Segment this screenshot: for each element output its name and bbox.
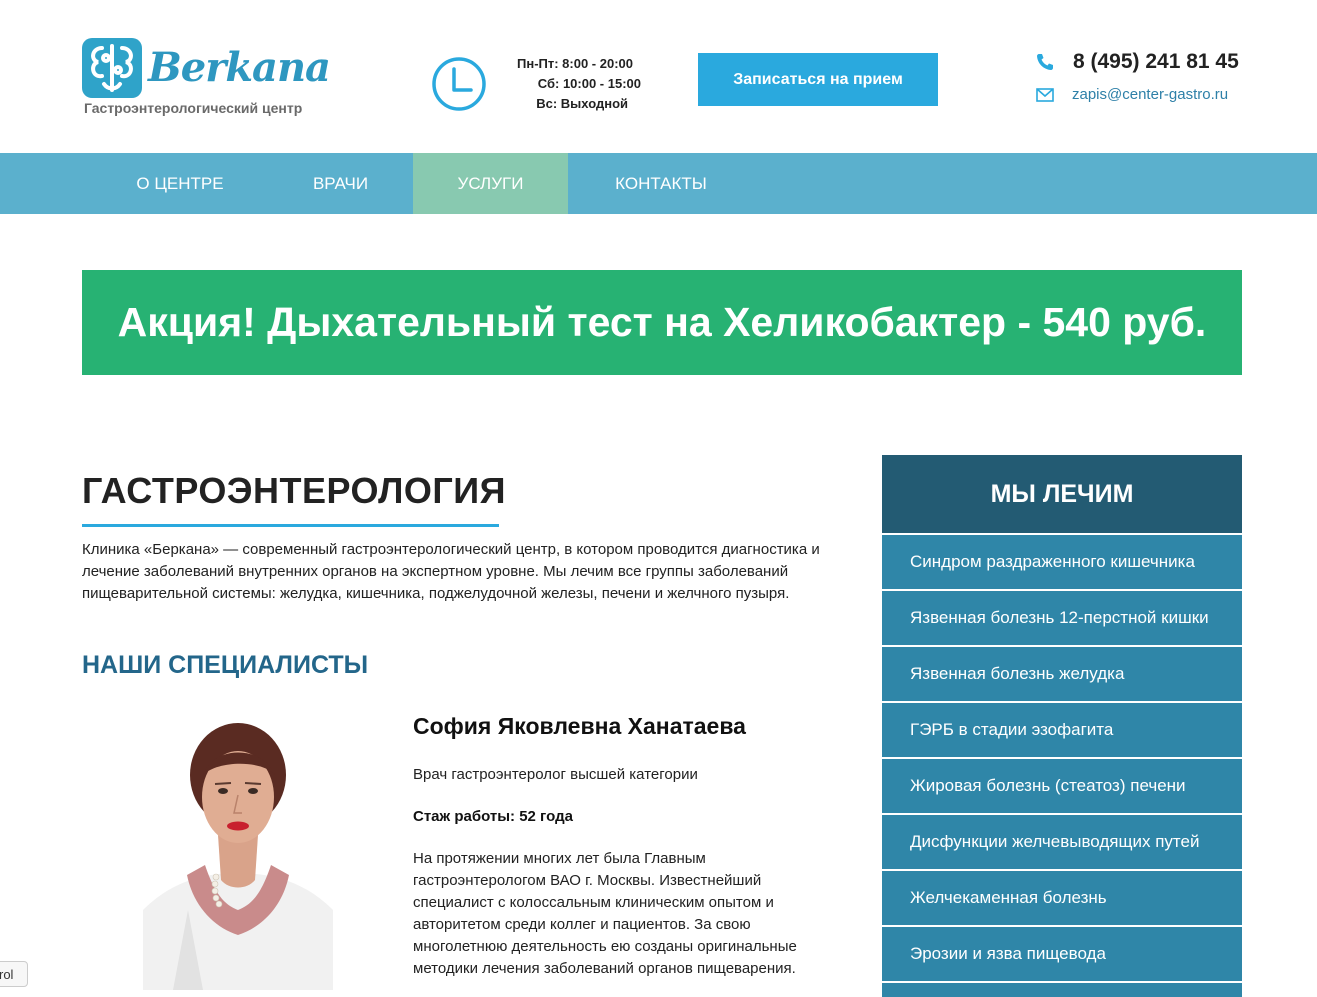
sidebar-item-esophagus-erosion[interactable]: Эрозии и язва пищевода (882, 927, 1242, 981)
specialists-heading: НАШИ СПЕЦИАЛИСТЫ (82, 651, 369, 679)
nav-item-services[interactable]: УСЛУГИ (413, 153, 568, 214)
sidebar-heading: МЫ ЛЕЧИМ (882, 455, 1242, 533)
promo-banner[interactable]: Акция! Дыхательный тест на Хеликобактер … (82, 270, 1242, 375)
book-appointment-button[interactable]: Записаться на прием (698, 53, 938, 106)
nav-item-doctors[interactable]: ВРАЧИ (268, 153, 413, 214)
working-hours: Пн-Пт: 8:00 - 20:00 Сб: 10:00 - 15:00 Вс… (500, 54, 650, 114)
control-widget[interactable]: rol (0, 961, 28, 987)
sidebar-item-stomach-ulcer[interactable]: Язвенная болезнь желудка (882, 647, 1242, 701)
sidebar-item-more[interactable] (882, 983, 1242, 997)
sidebar-item-gallstones[interactable]: Желчекаменная болезнь (882, 871, 1242, 925)
logo-wordmark: Berkana (148, 44, 331, 91)
sidebar-item-biliary-dysfunction[interactable]: Дисфункции желчевыводящих путей (882, 815, 1242, 869)
main-nav: О ЦЕНТРЕ ВРАЧИ УСЛУГИ КОНТАКТЫ (0, 153, 1317, 214)
clock-icon (431, 56, 487, 112)
doctor-name[interactable]: София Яковлевна Ханатаева (413, 713, 746, 740)
treatments-sidebar: МЫ ЛЕЧИМ Синдром раздраженного кишечника… (882, 455, 1242, 997)
site-logo[interactable]: Berkana Гастроэнтерологический центр (82, 38, 342, 120)
phone-number[interactable]: 8 (495) 241 81 45 (1073, 50, 1239, 74)
sidebar-item-fatty-liver[interactable]: Жировая болезнь (стеатоз) печени (882, 759, 1242, 813)
hours-saturday: Сб: 10:00 - 15:00 (537, 76, 641, 91)
sidebar-item-duodenal-ulcer[interactable]: Язвенная болезнь 12-перстной кишки (882, 591, 1242, 645)
logo-subtitle: Гастроэнтерологический центр (84, 100, 303, 116)
phone-icon (1035, 52, 1055, 72)
hours-sunday: Вс: Выходной (536, 96, 628, 111)
intro-text: Клиника «Беркана» — современный гастроэн… (82, 541, 820, 602)
doctor-photo (143, 705, 333, 990)
doctor-description: На протяжении многих лет была Главным га… (413, 850, 797, 977)
logo-emblem-icon (82, 38, 142, 98)
sidebar-item-ibs[interactable]: Синдром раздраженного кишечника (882, 535, 1242, 589)
nav-item-contacts[interactable]: КОНТАКТЫ (568, 153, 754, 214)
title-underline (82, 524, 499, 527)
sidebar-item-gerd[interactable]: ГЭРБ в стадии эзофагита (882, 703, 1242, 757)
mail-icon (1036, 88, 1054, 102)
doctor-role: Врач гастроэнтеролог высшей категории (413, 766, 698, 783)
page-title: ГАСТРОЭНТЕРОЛОГИЯ (82, 470, 507, 511)
doctor-experience: Стаж работы: 52 года (413, 808, 573, 825)
hours-weekdays: Пн-Пт: 8:00 - 20:00 (517, 56, 633, 71)
nav-item-about[interactable]: О ЦЕНТРЕ (92, 153, 268, 214)
email-link[interactable]: zapis@center-gastro.ru (1072, 86, 1228, 103)
